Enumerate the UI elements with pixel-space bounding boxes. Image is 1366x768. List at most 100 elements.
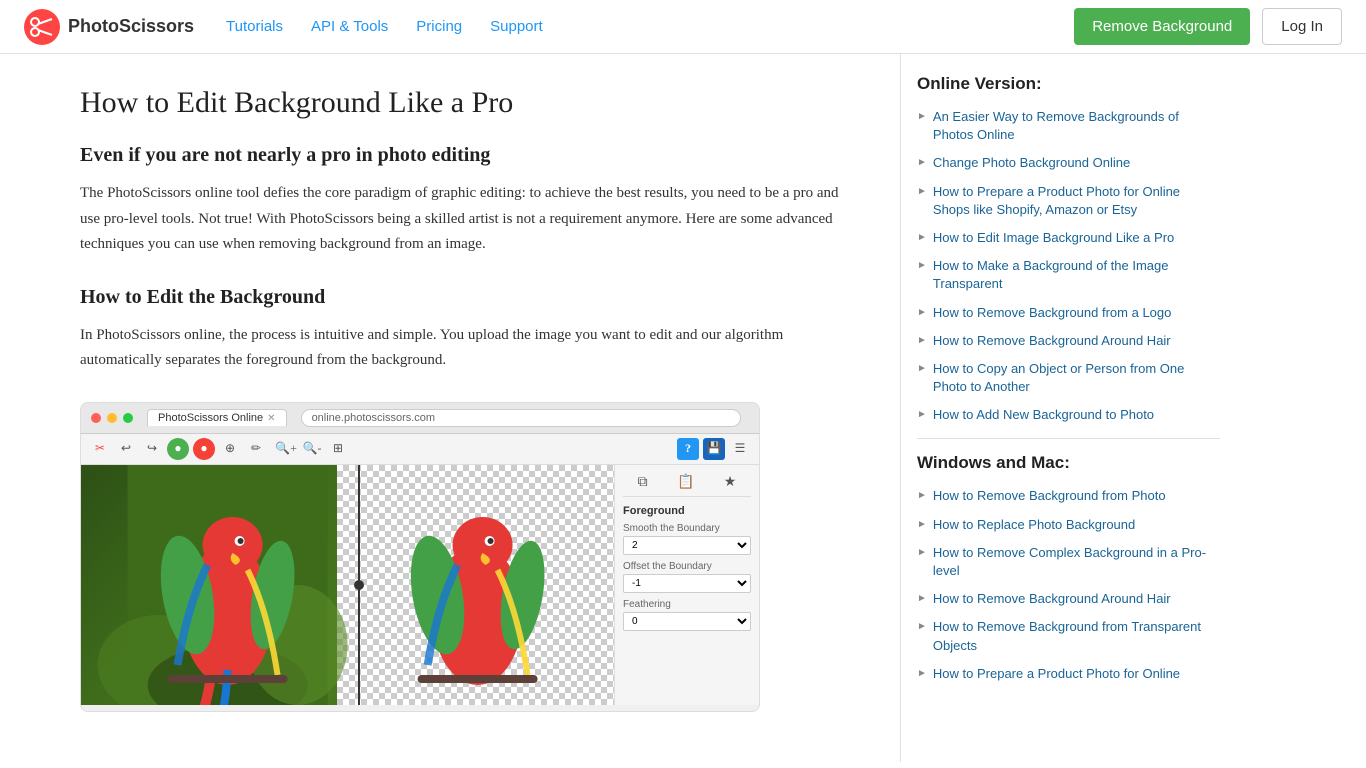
browser-address-text: online.photoscissors.com <box>312 412 436 424</box>
sidebar-link-item: ► How to Prepare a Product Photo for Onl… <box>917 183 1220 219</box>
redo-button[interactable]: ↪ <box>141 438 163 460</box>
section1-text: The PhotoScissors online tool defies the… <box>80 181 860 258</box>
browser-dot-yellow <box>107 413 117 423</box>
sidebar-link-item: ► How to Remove Background from a Logo <box>917 304 1220 322</box>
sidebar-link-6[interactable]: How to Remove Background Around Hair <box>933 332 1171 350</box>
zoom-in-button[interactable]: 🔍+ <box>275 438 297 460</box>
arrow-icon-w3: ► <box>917 592 927 606</box>
panel-toolbar: ⧉ 📋 ★ <box>623 473 751 497</box>
browser-chrome: PhotoScissors Online ✕ online.photosciss… <box>81 403 759 434</box>
nav-pricing[interactable]: Pricing <box>416 18 462 35</box>
undo-button[interactable]: ↩ <box>115 438 137 460</box>
sidebar-link-item: ► How to Remove Background Around Hair <box>917 332 1220 350</box>
screenshot-mockup: PhotoScissors Online ✕ online.photosciss… <box>80 402 760 712</box>
logo-text: PhotoScissors <box>68 16 194 37</box>
login-button[interactable]: Log In <box>1262 8 1342 45</box>
settings-panel: ⧉ 📋 ★ Foreground Smooth the Boundary 2 O… <box>614 465 759 705</box>
sidebar-link-1[interactable]: Change Photo Background Online <box>933 154 1130 172</box>
sidebar-link-4[interactable]: How to Make a Background of the Image Tr… <box>933 257 1220 293</box>
selection-handle[interactable] <box>354 580 364 590</box>
sidebar-link-item: ► How to Remove Background from Photo <box>917 487 1220 505</box>
settings-section-title: Foreground <box>623 505 751 517</box>
nav-api-tools[interactable]: API & Tools <box>311 18 388 35</box>
main-content: How to Edit Background Like a Pro Even i… <box>0 54 900 762</box>
fit-button[interactable]: ⊞ <box>327 438 349 460</box>
arrow-icon-w4: ► <box>917 620 927 634</box>
app-logo-small: ✂ <box>89 438 111 460</box>
sidebar-link-item: ► How to Remove Background Around Hair <box>917 590 1220 608</box>
page-title: How to Edit Background Like a Pro <box>80 86 860 120</box>
arrow-icon-w2: ► <box>917 546 927 560</box>
sidebar-link-w0[interactable]: How to Remove Background from Photo <box>933 487 1166 505</box>
site-header: PhotoScissors Tutorials API & Tools Pric… <box>0 0 1366 54</box>
page-layout: How to Edit Background Like a Pro Even i… <box>0 54 1366 762</box>
section2-text: In PhotoScissors online, the process is … <box>80 323 860 374</box>
arrow-icon-2: ► <box>917 185 927 199</box>
mark-background-button[interactable]: ● <box>193 438 215 460</box>
sidebar-link-w2[interactable]: How to Remove Complex Background in a Pr… <box>933 544 1220 580</box>
image-panel <box>81 465 614 705</box>
nav-tutorials[interactable]: Tutorials <box>226 18 283 35</box>
star-icon[interactable]: ★ <box>724 473 737 490</box>
smooth-select[interactable]: 2 <box>623 536 751 555</box>
lasso-tool[interactable]: ⊕ <box>219 438 241 460</box>
arrow-icon-5: ► <box>917 306 927 320</box>
main-nav: Tutorials API & Tools Pricing Support <box>226 18 1074 35</box>
logo-link[interactable]: PhotoScissors <box>24 9 194 45</box>
sidebar-link-w4[interactable]: How to Remove Background from Transparen… <box>933 618 1220 654</box>
browser-tab: PhotoScissors Online ✕ <box>147 409 287 426</box>
arrow-icon-0: ► <box>917 110 927 124</box>
erase-tool[interactable]: ✏ <box>245 438 267 460</box>
online-section-title: Online Version: <box>917 74 1220 94</box>
zoom-out-button[interactable]: 🔍- <box>301 438 323 460</box>
arrow-icon-6: ► <box>917 334 927 348</box>
sidebar-link-3[interactable]: How to Edit Image Background Like a Pro <box>933 229 1174 247</box>
sidebar-link-0[interactable]: An Easier Way to Remove Backgrounds of P… <box>933 108 1220 144</box>
sidebar: Online Version: ► An Easier Way to Remov… <box>900 54 1240 762</box>
sidebar-link-2[interactable]: How to Prepare a Product Photo for Onlin… <box>933 183 1220 219</box>
sidebar-link-5[interactable]: How to Remove Background from a Logo <box>933 304 1171 322</box>
help-button[interactable]: ? <box>677 438 699 460</box>
sidebar-link-7[interactable]: How to Copy an Object or Person from One… <box>933 360 1220 396</box>
sidebar-link-8[interactable]: How to Add New Background to Photo <box>933 406 1154 424</box>
arrow-icon-8: ► <box>917 408 927 422</box>
parrot-image-right <box>321 465 614 705</box>
menu-button[interactable]: ☰ <box>729 438 751 460</box>
sidebar-link-w5[interactable]: How to Prepare a Product Photo for Onlin… <box>933 665 1180 683</box>
sidebar-link-item: ► How to Remove Background from Transpar… <box>917 618 1220 654</box>
app-toolbar: ✂ ↩ ↪ ● ● ⊕ ✏ 🔍+ 🔍- ⊞ ? 💾 ☰ <box>81 434 759 465</box>
offset-select[interactable]: -1 <box>623 574 751 593</box>
arrow-icon-4: ► <box>917 259 927 273</box>
offset-label: Offset the Boundary <box>623 561 751 572</box>
browser-dot-green <box>123 413 133 423</box>
windows-section-title: Windows and Mac: <box>917 453 1220 473</box>
mark-foreground-button[interactable]: ● <box>167 438 189 460</box>
sidebar-link-w3[interactable]: How to Remove Background Around Hair <box>933 590 1171 608</box>
smooth-label: Smooth the Boundary <box>623 523 751 534</box>
sidebar-link-item: ► How to Add New Background to Photo <box>917 406 1220 424</box>
sidebar-divider <box>917 438 1220 439</box>
paste-icon[interactable]: 📋 <box>677 473 694 490</box>
header-actions: Remove Background Log In <box>1074 8 1342 45</box>
sidebar-link-item: ► How to Prepare a Product Photo for Onl… <box>917 665 1220 683</box>
feathering-label: Feathering <box>623 599 751 610</box>
save-button[interactable]: 💾 <box>703 438 725 460</box>
section2-heading: How to Edit the Background <box>80 286 860 309</box>
arrow-icon-w5: ► <box>917 667 927 681</box>
arrow-icon-7: ► <box>917 362 927 376</box>
sidebar-link-item: ► How to Replace Photo Background <box>917 516 1220 534</box>
feathering-select[interactable]: 0 <box>623 612 751 631</box>
nav-support[interactable]: Support <box>490 18 543 35</box>
section1-heading: Even if you are not nearly a pro in phot… <box>80 144 860 167</box>
copy-icon[interactable]: ⧉ <box>638 473 648 490</box>
sidebar-link-item: ► How to Remove Complex Background in a … <box>917 544 1220 580</box>
sidebar-link-item: ► How to Make a Background of the Image … <box>917 257 1220 293</box>
sidebar-link-item: ► How to Edit Image Background Like a Pr… <box>917 229 1220 247</box>
browser-close-tab[interactable]: ✕ <box>267 413 275 424</box>
arrow-icon-1: ► <box>917 156 927 170</box>
remove-background-button[interactable]: Remove Background <box>1074 8 1250 45</box>
browser-dot-red <box>91 413 101 423</box>
sidebar-link-w1[interactable]: How to Replace Photo Background <box>933 516 1135 534</box>
arrow-icon-w0: ► <box>917 489 927 503</box>
sidebar-link-item: ► How to Copy an Object or Person from O… <box>917 360 1220 396</box>
